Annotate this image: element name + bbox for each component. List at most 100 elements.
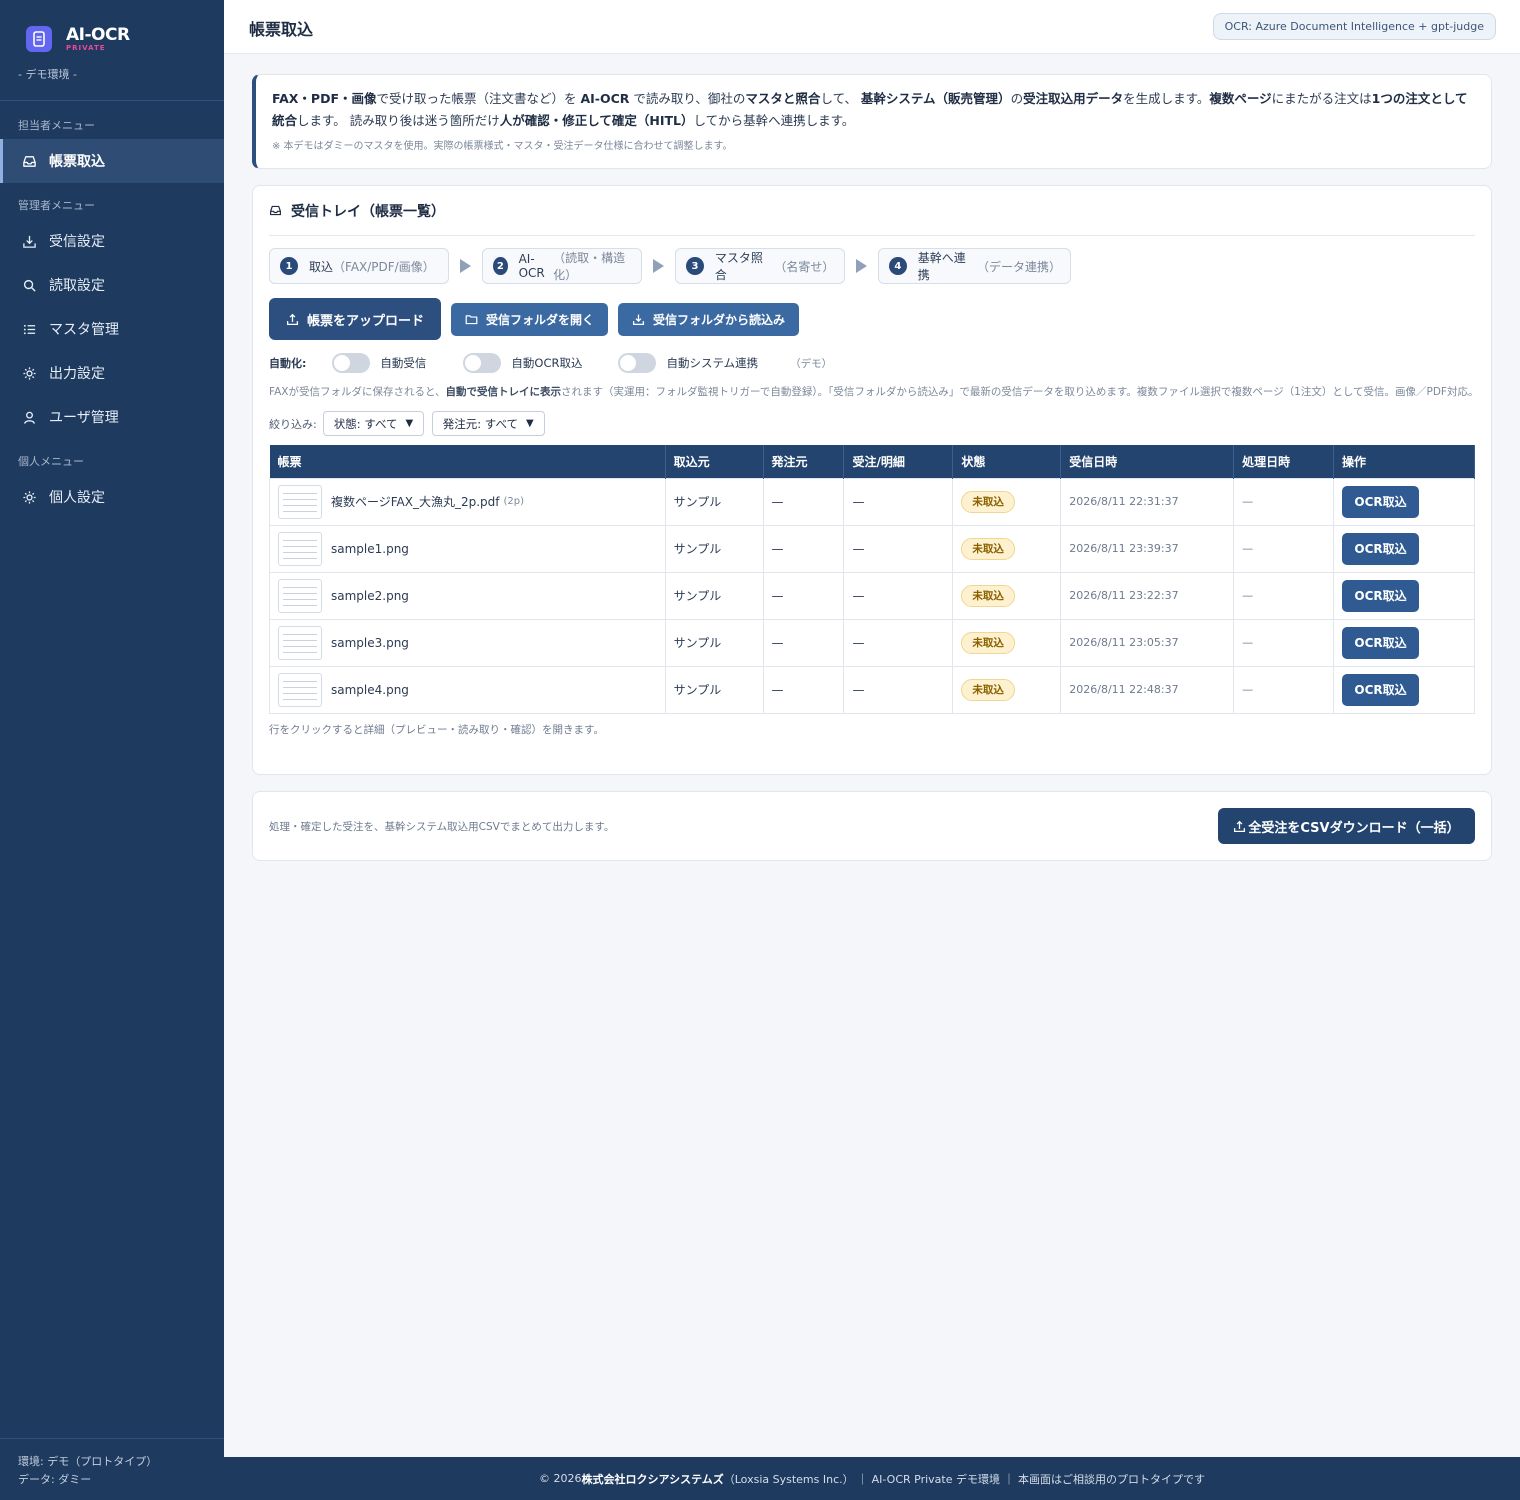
export-text: 処理・確定した受注を、基幹システム取込用CSVでまとめて出力します。 [269,820,615,833]
step-ocr: 2 AI-OCR （読取・構造化） [482,248,642,284]
step-sub: （FAX/PDF/画像） [333,259,435,274]
column-header[interactable]: 取込元 [665,445,764,478]
source-cell: サンプル [664,524,764,573]
sidebar-item-master[interactable]: マスタ管理 [0,307,224,351]
column-header[interactable]: 状態 [952,445,1062,478]
received-cell: 2026/8/11 22:31:37 [1060,477,1235,526]
table-row[interactable]: 複数ページFAX_大漁丸_2p.pdf (2p) サンプル — — 未取込 2026/8/1… [269,477,1475,526]
list-icon [23,324,36,334]
sidebar-item-personal-settings[interactable]: 個人設定 [0,475,224,519]
sidebar-item-users[interactable]: ユーザ管理 [0,395,224,439]
document-thumbnail [278,484,322,519]
inbox-icon [23,155,36,167]
folder-icon [465,314,478,324]
orderer-cell: — [762,571,845,620]
table-header-row: 帳票 取込元 発注元 受注/明細 状態 受信日時 処理日時 操作 [269,445,1475,478]
column-header[interactable]: 帳票 [269,445,666,478]
read-folder-label: 受信フォルダから読込み [653,312,786,327]
sidebar-item-read-settings[interactable]: 読取設定 [0,263,224,307]
ocr-import-button[interactable]: OCR取込 [1342,626,1420,659]
status-cell: 未取込 [952,477,1062,526]
brand-sub: PRIVATE [66,43,106,52]
environment-label: - デモ環境 - [18,68,77,81]
chevron-down-icon: ▼ [405,418,414,429]
chevron-down-icon: ▼ [525,418,534,429]
step-label: AI-OCR [518,252,545,280]
sidebar-item-label: 読取設定 [49,278,105,294]
column-header[interactable]: 操作 [1333,445,1475,478]
menu-heading-admin: 管理者メニュー [18,199,95,212]
status-filter-value: 状態: すべて [333,416,398,431]
brand-logo[interactable]: AI-OCR PRIVATE [0,0,224,52]
upload-icon [286,313,299,325]
sidebar-item-receive-settings[interactable]: 受信設定 [0,219,224,263]
received-cell: 2026/8/11 23:22:37 [1060,571,1235,620]
intro-card: FAX・PDF・画像で受け取った帳票（注文書など）を AI-OCR で読み取り、… [252,74,1492,169]
data-info: データ: ダミー [18,1473,92,1486]
processed-cell: — [1233,618,1335,667]
upload-button[interactable]: 帳票をアップロード [269,298,441,340]
auto-system-link-toggle[interactable] [618,353,657,373]
folder-hint: FAXが受信フォルダに保存されると、自動で受信トレイに表示されます（実運用：フォ… [269,386,1479,398]
table-row[interactable]: sample1.png サンプル — — 未取込 2026/8/11 23:39:37— O… [269,524,1475,573]
order-cell: — [843,618,954,667]
user-icon [24,411,35,424]
order-cell: — [843,477,954,526]
column-header[interactable]: 発注元 [763,445,845,478]
orderer-cell: — [762,665,845,714]
toggle-label: 自動受信 [380,356,427,370]
file-cell: sample1.png [269,524,666,573]
status-cell: 未取込 [952,665,1062,714]
order-cell: — [843,665,954,714]
sidebar-footer: 環境: デモ（プロトタイプ） データ: ダミー [0,1438,224,1500]
orderer-cell: — [762,477,845,526]
step-import: 1 取込 （FAX/PDF/画像） [269,248,449,284]
source-filter-select[interactable]: 発注元: すべて ▼ [431,411,545,436]
automation-label: 自動化: [269,357,307,370]
search-icon [23,279,36,292]
document-thumbnail [278,578,322,613]
read-folder-button[interactable]: 受信フォルダから読込み [618,302,800,336]
table-row[interactable]: sample4.png サンプル — — 未取込 2026/8/11 22:48:37— O… [269,665,1475,714]
document-thumbnail [278,625,322,660]
documents-table: 帳票 取込元 発注元 受注/明細 状態 受信日時 処理日時 操作 複数ページFA… [269,445,1475,714]
column-header[interactable]: 処理日時 [1233,445,1335,478]
orderer-cell: — [762,524,845,573]
step-number: 4 [889,257,907,275]
file-name: 複数ページFAX_大漁丸_2p.pdf [331,495,500,509]
processed-cell: — [1233,477,1335,526]
ocr-import-button[interactable]: OCR取込 [1342,673,1420,706]
ocr-import-button[interactable]: OCR取込 [1342,579,1420,612]
workflow-steps: 1 取込 （FAX/PDF/画像） 2 AI-OCR （読取・構造化） 3 マスタ照… [269,248,1475,284]
column-header[interactable]: 受注/明細 [843,445,954,478]
status-cell: 未取込 [952,571,1062,620]
sidebar-item-output-settings[interactable]: 出力設定 [0,351,224,395]
column-header[interactable]: 受信日時 [1060,445,1235,478]
tray-actions: 帳票をアップロード 受信フォルダを開く 受信フォルダから読込み [269,298,1475,340]
table-row[interactable]: sample2.png サンプル — — 未取込 2026/8/11 23:22:37— O… [269,571,1475,620]
sidebar-item-label: 帳票取込 [49,154,105,170]
order-cell: — [843,524,954,573]
status-filter-select[interactable]: 状態: すべて ▼ [322,411,424,436]
menu-heading-personal: 個人メニュー [18,455,84,468]
step-number: 2 [493,257,508,275]
status-badge: 未取込 [961,631,1015,654]
source-cell: サンプル [664,571,764,620]
processed-cell: — [1233,571,1335,620]
sidebar-item-import[interactable]: 帳票取込 [0,139,224,183]
auto-receive-toggle[interactable] [332,353,371,373]
processed-cell: — [1233,665,1335,714]
step-master-match: 3 マスタ照合 （名寄せ） [675,248,845,284]
filter-row: 絞り込み: 状態: すべて ▼ 発注元: すべて ▼ [269,411,1475,436]
open-folder-button[interactable]: 受信フォルダを開く [451,302,609,336]
ocr-import-button[interactable]: OCR取込 [1342,532,1420,565]
sidebar: AI-OCR PRIVATE - デモ環境 - 担当者メニュー 帳票取込 管理者… [0,0,224,1500]
step-label: 基幹へ連携 [917,251,966,282]
table-row[interactable]: sample3.png サンプル — — 未取込 2026/8/11 23:05:37— O… [269,618,1475,667]
ocr-import-button[interactable]: OCR取込 [1342,485,1420,518]
auto-ocr-toggle[interactable] [463,353,502,373]
csv-download-button[interactable]: 全受注をCSVダウンロード（一括） [1218,808,1475,844]
table-note: 行をクリックすると詳細（プレビュー・読み取り・確認）を開きます。 [269,723,604,736]
gear-icon [23,366,36,380]
action-cell: OCR取込 [1333,477,1475,526]
